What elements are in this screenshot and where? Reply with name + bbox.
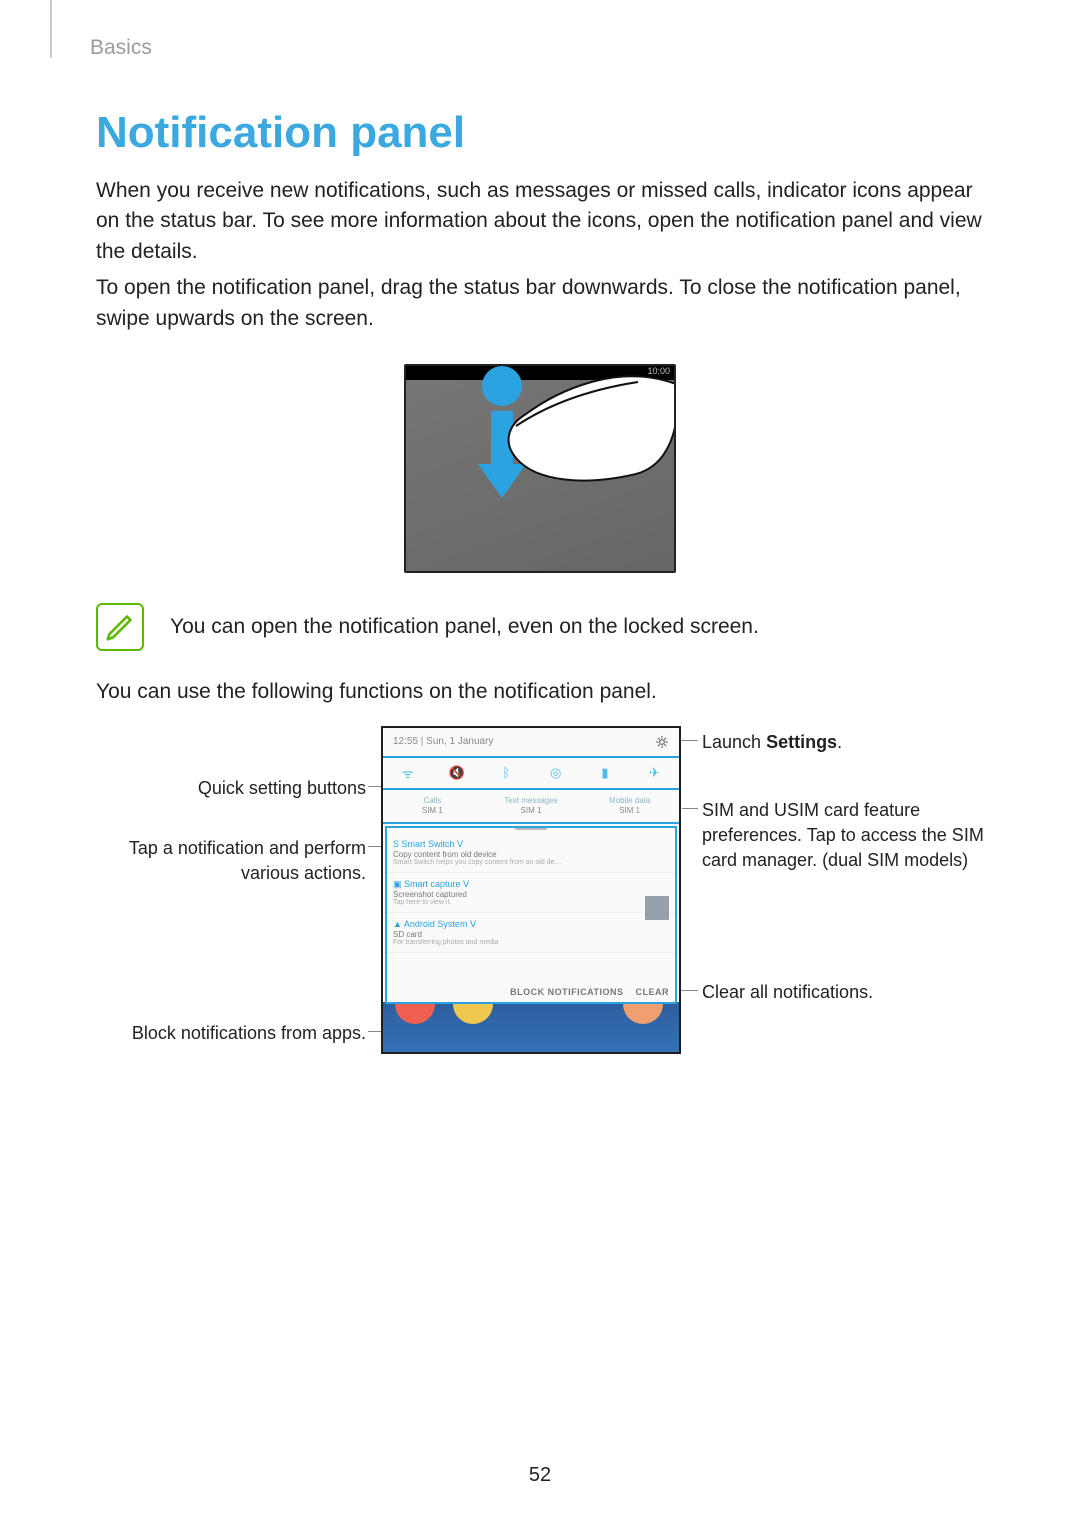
wifi-icon: ᯤ: [400, 765, 416, 781]
callout-block-notifications: Block notifications from apps.: [96, 1021, 366, 1046]
intro-paragraph-2: To open the notification panel, drag the…: [96, 273, 984, 334]
note-icon: [96, 603, 144, 651]
swipe-down-illustration: 10:00: [404, 364, 676, 573]
note-text: You can open the notification panel, eve…: [170, 615, 759, 639]
flashlight-icon: ▮: [597, 765, 613, 781]
airplane-icon: ✈: [646, 765, 662, 781]
page-number: 52: [0, 1464, 1080, 1487]
callout-quick-settings: Quick setting buttons: [116, 776, 366, 801]
panel-header: 12:55 | Sun, 1 January: [383, 728, 679, 758]
home-strip: [383, 1002, 679, 1052]
swipe-hand-icon: [406, 366, 674, 571]
header-rule: [50, 0, 52, 58]
section-label: Basics: [90, 36, 152, 60]
callout-launch-settings: Launch Settings.: [702, 730, 982, 755]
mute-icon: 🔇: [449, 765, 465, 781]
bluetooth-icon: ᛒ: [498, 765, 514, 781]
callout-settings-bold: Settings: [766, 732, 837, 752]
gear-icon: [655, 735, 669, 749]
panel-date: 12:55 | Sun, 1 January: [393, 736, 493, 747]
location-icon: ◎: [548, 765, 564, 781]
sim-col-calls: CallsSIM 1: [383, 796, 482, 815]
sim-col-texts: Text messagesSIM 1: [482, 796, 581, 815]
sim-row: CallsSIM 1 Text messagesSIM 1 Mobile dat…: [383, 790, 679, 824]
notification-panel-diagram: Quick setting buttons Tap a notification…: [96, 726, 984, 1086]
functions-lead: You can use the following functions on t…: [96, 677, 984, 707]
highlight-box: [385, 826, 677, 1004]
lead-line: [682, 808, 698, 809]
callout-settings-pre: Launch: [702, 732, 766, 752]
intro-paragraph-1: When you receive new notifications, such…: [96, 176, 984, 267]
quick-settings-row: ᯤ 🔇 ᛒ ◎ ▮ ✈: [383, 758, 679, 790]
callout-settings-post: .: [837, 732, 842, 752]
callout-tap-notification: Tap a notification and perform various a…: [96, 836, 366, 886]
sim-col-data: Mobile dataSIM 1: [580, 796, 679, 815]
page-title: Notification panel: [96, 108, 984, 158]
